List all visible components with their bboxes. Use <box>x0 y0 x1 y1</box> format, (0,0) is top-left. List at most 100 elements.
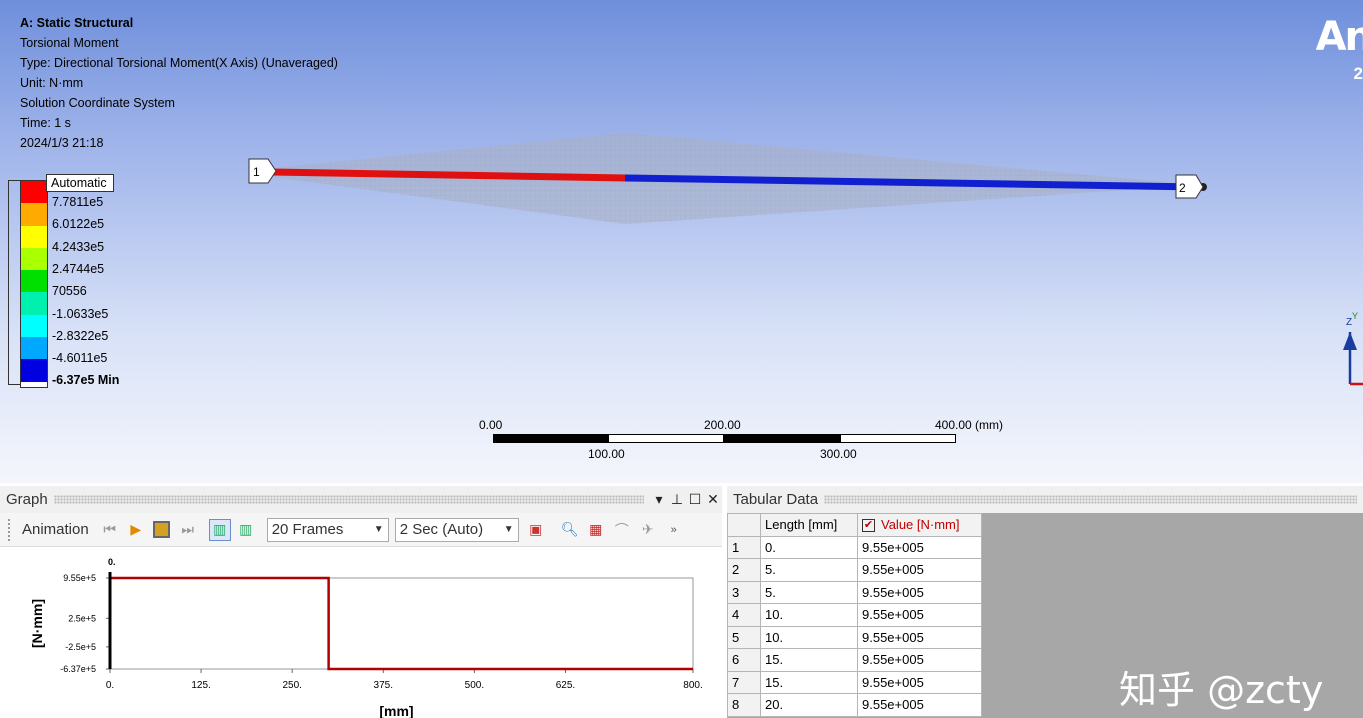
length-cell: 20. <box>760 693 858 717</box>
scale-label: 300.00 <box>820 447 857 461</box>
legend-swatch <box>21 359 47 382</box>
y-tick-label: -2.5e+5 <box>65 642 96 652</box>
table-row[interactable]: 3 5. 9.55e+005 <box>727 580 982 604</box>
legend-swatch <box>21 292 47 315</box>
scale-segment <box>723 434 841 443</box>
row-number: 7 <box>727 670 761 694</box>
graph-title: Graph <box>6 491 48 508</box>
node-1-label: 1 <box>253 165 260 179</box>
play-icon[interactable]: ▶ <box>125 519 147 541</box>
legend-swatch <box>21 381 47 387</box>
table-row[interactable]: 5 10. 9.55e+005 <box>727 625 982 649</box>
value-cell: 9.55e+005 <box>857 648 982 672</box>
length-column-header[interactable]: Length [mm] <box>760 513 858 537</box>
toolbar-grip[interactable] <box>8 518 12 541</box>
value-cell: 9.55e+005 <box>857 693 982 717</box>
length-cell: 10. <box>760 625 858 649</box>
result-sets-icon[interactable]: ▥ <box>235 519 257 541</box>
frames-select[interactable]: 20 Frames ▼ <box>266 517 389 542</box>
x-tick-label: 250. <box>282 680 301 691</box>
probe-icon[interactable]: ⌒ <box>611 519 633 541</box>
scale-label: 200.00 <box>704 418 741 432</box>
axis-triad[interactable]: Z Y <box>1338 308 1363 388</box>
pin-icon[interactable]: ⊥ <box>668 491 686 508</box>
beam-model[interactable]: 1 2 <box>0 0 1363 483</box>
length-cell: 15. <box>760 670 858 694</box>
results-table: Length [mm] ✔ Value [N·mm] 1 0. 9.55e+005 2 5… <box>727 513 982 717</box>
legend-label: 7.7811e5 <box>52 195 104 209</box>
value-column-header[interactable]: ✔ Value [N·mm] <box>857 513 982 537</box>
table-row[interactable]: 6 15. 9.55e+005 <box>727 648 982 672</box>
length-cell: 0. <box>760 535 858 559</box>
y-axis-label: [N·mm] <box>29 599 45 648</box>
legend-swatch <box>21 314 47 338</box>
value-cell: 9.55e+005 <box>857 670 982 694</box>
tabular-titlebar: Tabular Data <box>727 486 1363 513</box>
length-cell: 5. <box>760 580 858 604</box>
y-tick-label: -6.37e+5 <box>60 664 96 674</box>
duration-select[interactable]: 2 Sec (Auto) ▼ <box>394 517 519 542</box>
legend-swatch <box>21 181 47 204</box>
stop-icon[interactable] <box>151 519 173 541</box>
tabular-area: Length [mm] ✔ Value [N·mm] 1 0. 9.55e+005 2 5… <box>727 513 1363 718</box>
length-cell: 5. <box>760 558 858 582</box>
scale-label: 0.00 <box>479 418 503 432</box>
checkbox-icon[interactable]: ✔ <box>862 519 875 533</box>
table-row[interactable]: 4 10. 9.55e+005 <box>727 603 982 627</box>
export-video-icon[interactable]: ▣ <box>525 519 547 541</box>
legend-mode-label[interactable]: Automatic <box>46 174 114 192</box>
row-number: 6 <box>727 648 761 672</box>
x-tick-label: 800. <box>683 680 702 691</box>
legend-bracket <box>8 180 20 385</box>
x-tick-label: 125. <box>191 680 210 691</box>
row-number-header <box>727 513 761 537</box>
torsion-chart[interactable]: 9.55e+5 2.5e+5 -2.5e+5 -6.37e+5 0. 125. 250. 37… <box>0 548 722 718</box>
contour-icon[interactable]: ▦ <box>585 519 607 541</box>
row-number: 1 <box>727 535 761 559</box>
legend-swatch <box>21 247 47 271</box>
node-2-label: 2 <box>1179 181 1186 195</box>
value-cell: 9.55e+005 <box>857 558 982 582</box>
panel-menu-icon[interactable]: ▾ <box>650 491 668 508</box>
legend-label: -4.6011e5 <box>52 351 108 366</box>
zoom-fit-icon[interactable]: 🔍︎ <box>559 519 581 541</box>
next-frame-icon[interactable]: ⏭ <box>177 519 199 541</box>
legend-label: -1.0633e5 <box>52 306 109 321</box>
row-number: 5 <box>727 625 761 649</box>
legend-label: 4.2433e5 <box>52 239 105 254</box>
table-row[interactable]: 1 0. 9.55e+005 <box>727 535 982 559</box>
maximize-icon[interactable]: ☐ <box>686 491 704 508</box>
row-number: 4 <box>727 603 761 627</box>
watermark: 知乎 @zcty <box>1119 668 1324 712</box>
legend-swatch <box>21 203 47 226</box>
scale-segment <box>840 434 956 443</box>
animation-label: Animation <box>22 521 89 538</box>
scale-segment <box>608 434 724 443</box>
row-number: 3 <box>727 580 761 604</box>
triad-y-label: Y <box>1352 311 1358 321</box>
graph-titlebar: Graph ▾ ⊥ ☐ ✕ <box>0 486 722 513</box>
table-row[interactable]: 7 15. 9.55e+005 <box>727 670 982 694</box>
legend-label: 70556 <box>52 284 87 299</box>
tabular-data-panel: Tabular Data Length [mm] ✔ Value [N·mm] 1… <box>727 486 1363 718</box>
toolbar-overflow-icon[interactable]: » <box>663 519 685 541</box>
close-icon[interactable]: ✕ <box>704 491 722 508</box>
animation-toolbar: Animation ⏮ ▶ ⏭ ▥ ▥ 20 Frames ▼ 2 Sec (Au… <box>0 513 722 547</box>
plot-area <box>109 577 694 670</box>
legend-label: -2.8322e5 <box>52 328 109 343</box>
x-tick-label: 500. <box>465 680 484 691</box>
row-number: 2 <box>727 558 761 582</box>
distributed-frames-icon[interactable]: ▥ <box>208 518 231 541</box>
graphics-viewport[interactable]: A: Static Structural Torsional Moment Ty… <box>0 0 1363 483</box>
table-row[interactable]: 2 5. 9.55e+005 <box>727 558 982 582</box>
table-row[interactable]: 8 20. 9.55e+005 <box>727 693 982 717</box>
row-number: 8 <box>727 693 761 717</box>
legend-swatch <box>21 225 47 248</box>
camera-icon[interactable]: ✈ <box>637 519 659 541</box>
previous-frame-icon[interactable]: ⏮ <box>99 519 121 541</box>
value-cell: 9.55e+005 <box>857 580 982 604</box>
legend-swatch <box>21 270 47 293</box>
x-axis-label: [mm] <box>379 703 413 718</box>
x-tick-label: 375. <box>374 680 393 691</box>
scale-segment <box>493 434 609 443</box>
